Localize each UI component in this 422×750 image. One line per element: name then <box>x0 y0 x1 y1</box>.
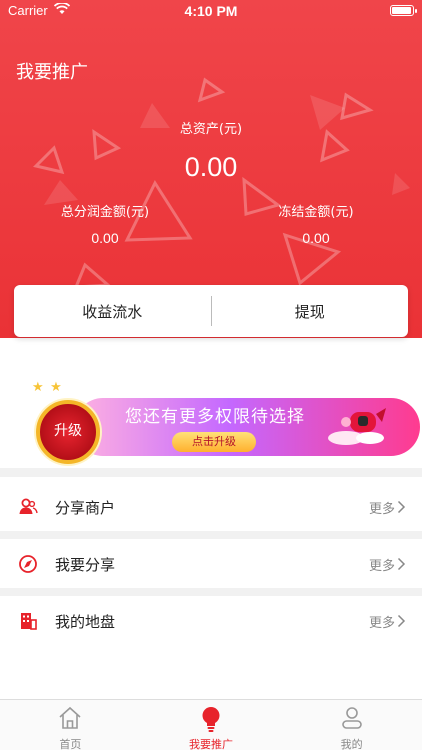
menu-item-share-merchant[interactable]: 分享商户 更多 <box>0 484 422 530</box>
banner-headline: 您还有更多权限待选择 <box>125 407 305 427</box>
battery-icon <box>390 5 417 16</box>
chevron-right-icon <box>397 500 406 514</box>
menu-item-my-territory[interactable]: 我的地盘 更多 <box>0 598 422 644</box>
person-icon <box>341 707 362 729</box>
tab-label: 我要推广 <box>189 738 233 750</box>
medal-label: 升级 <box>54 423 82 439</box>
clock: 4:10 PM <box>184 3 238 19</box>
building-icon <box>21 613 37 630</box>
income-flow-button[interactable]: 收益流水 <box>14 301 211 322</box>
upgrade-button[interactable]: 点击升级 <box>172 432 256 452</box>
more-link[interactable]: 更多 <box>369 498 406 517</box>
section-separator <box>0 588 422 596</box>
section-separator <box>0 531 422 539</box>
frozen-value: 0.00 <box>302 230 330 246</box>
tab-promote[interactable]: 我要推广 <box>141 700 282 750</box>
tab-label: 我的 <box>340 738 363 750</box>
user-share-icon <box>19 498 38 514</box>
more-link[interactable]: 更多 <box>369 555 406 574</box>
compass-share-icon <box>19 555 37 573</box>
menu-item-label: 我要分享 <box>55 555 116 574</box>
menu-item-label: 分享商户 <box>55 498 116 517</box>
total-assets-label: 总资产(元) <box>179 122 243 137</box>
upgrade-medal-icon: 升级 <box>36 400 100 464</box>
withdraw-button[interactable]: 提现 <box>212 301 409 322</box>
section-separator <box>0 468 422 477</box>
tab-bar: 首页 我要推广 我的 <box>0 699 422 750</box>
tab-label: 首页 <box>59 738 82 750</box>
more-link[interactable]: 更多 <box>369 612 406 631</box>
profit-label: 总分润金额(元) <box>60 205 150 220</box>
rocket-icon <box>328 408 386 445</box>
profit-value: 0.00 <box>91 230 119 246</box>
page-title: 我要推广 <box>16 62 88 83</box>
more-label: 更多 <box>368 501 395 517</box>
lightbulb-icon <box>202 707 220 732</box>
tab-mine[interactable]: 我的 <box>281 700 422 750</box>
home-icon <box>59 706 81 729</box>
action-card: 收益流水 提现 <box>14 285 408 337</box>
more-label: 更多 <box>368 615 395 631</box>
more-label: 更多 <box>368 558 395 574</box>
medal-ornament: ★ ★ <box>32 380 63 395</box>
menu-item-label: 我的地盘 <box>55 612 116 631</box>
chevron-right-icon <box>397 614 406 628</box>
menu-item-my-share[interactable]: 我要分享 更多 <box>0 541 422 587</box>
tab-home[interactable]: 首页 <box>0 700 141 750</box>
status-bar: Carrier 4:10 PM <box>0 0 422 22</box>
chevron-right-icon <box>397 557 406 571</box>
total-assets-value: 0.00 <box>184 152 238 182</box>
frozen-label: 冻结金额(元) <box>278 205 354 220</box>
upgrade-banner[interactable]: 您还有更多权限待选择 点击升级 ★ ★ 升级 <box>28 378 420 464</box>
